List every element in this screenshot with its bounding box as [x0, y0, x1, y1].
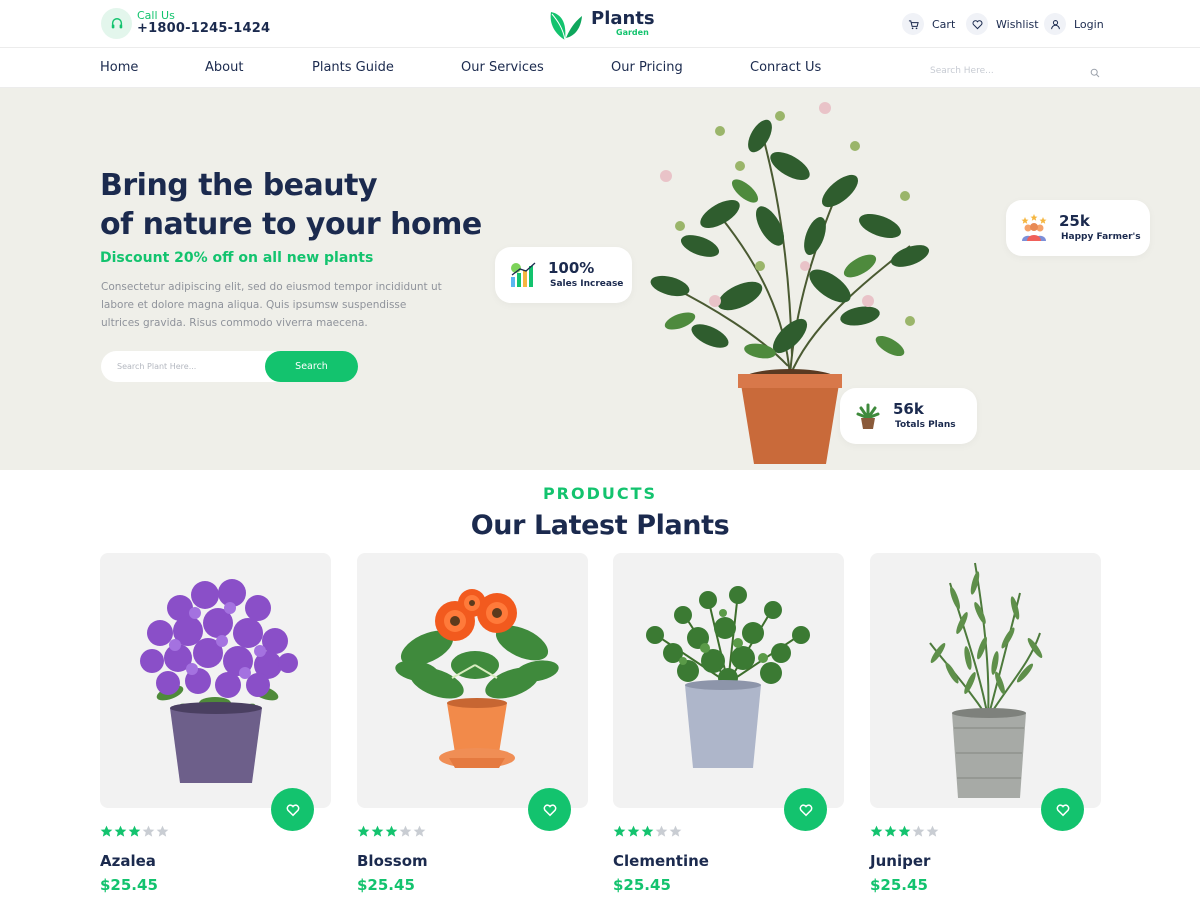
people-stars-icon [1021, 214, 1047, 241]
star-empty-icon [399, 825, 412, 837]
hero-section: Bring the beauty of nature to your home … [0, 88, 1200, 470]
leaf-logo-icon [550, 12, 582, 41]
cart-icon [902, 13, 924, 35]
stat-farmers-label: Happy Farmer's [1061, 232, 1141, 242]
wishlist-button[interactable]: Wishlist [966, 12, 1039, 36]
nav-search-input[interactable] [930, 61, 1080, 81]
hero-search-button[interactable]: Search [265, 351, 358, 382]
star-rating [870, 825, 939, 838]
star-filled-icon [613, 825, 626, 837]
nav-item-our-services[interactable]: Our Services [461, 60, 544, 75]
hero-description: Consectetur adipiscing elit, sed do eius… [101, 281, 442, 329]
nav-search [930, 58, 1102, 82]
product-image[interactable] [357, 553, 588, 808]
stat-plans-value: 56k [893, 400, 924, 418]
hero-title-line-2: of nature to your home [100, 207, 482, 242]
nav-item-home[interactable]: Home [100, 60, 138, 75]
hero-title-line-1: Bring the beauty [100, 168, 378, 203]
favorite-button[interactable] [1041, 788, 1084, 831]
product-name[interactable]: Blossom [357, 852, 428, 870]
wishlist-label: Wishlist [996, 17, 1039, 31]
product-image[interactable] [100, 553, 331, 808]
star-filled-icon [641, 825, 654, 837]
star-filled-icon [898, 825, 911, 837]
product-card[interactable]: Azalea $25.45 [100, 553, 332, 894]
product-price: $25.45 [357, 876, 415, 894]
nav-item-our-pricing[interactable]: Our Pricing [611, 60, 683, 75]
star-empty-icon [142, 825, 155, 837]
star-filled-icon [385, 825, 398, 837]
star-rating [357, 825, 426, 838]
product-price: $25.45 [100, 876, 158, 894]
stat-card-farmers: 25k Happy Farmer's [1006, 200, 1150, 256]
stat-card-plans: 56k Totals Plans [840, 388, 977, 444]
star-filled-icon [357, 825, 370, 837]
favorite-button[interactable] [784, 788, 827, 831]
stat-farmers-value: 25k [1059, 212, 1090, 230]
product-card[interactable]: Clementine $25.45 [613, 553, 845, 894]
plant-search-input[interactable] [117, 359, 257, 374]
star-empty-icon [156, 825, 169, 837]
heart-icon [286, 803, 299, 816]
star-filled-icon [884, 825, 897, 837]
purple-flower-plant-image [140, 579, 298, 783]
nav-item-about[interactable]: About [205, 60, 243, 75]
star-filled-icon [627, 825, 640, 837]
phone-number[interactable]: +1800-1245-1424 [137, 21, 270, 36]
heart-icon [1056, 803, 1069, 816]
star-empty-icon [413, 825, 426, 837]
section-kicker: PRODUCTS [542, 484, 658, 503]
nav-item-contact-us[interactable]: Conract Us [750, 60, 821, 75]
potted-plant-icon [856, 403, 880, 429]
star-empty-icon [655, 825, 668, 837]
stat-sales-label: Sales Increase [550, 279, 624, 289]
headset-icon [101, 8, 132, 39]
star-rating [613, 825, 682, 838]
star-empty-icon [912, 825, 925, 837]
stat-card-sales: 100% Sales Increase [495, 247, 632, 303]
star-rating [100, 825, 169, 838]
star-filled-icon [114, 825, 127, 837]
stat-sales-value: 100% [548, 259, 595, 277]
search-icon[interactable] [1090, 63, 1100, 82]
section-title: Our Latest Plants [470, 510, 730, 541]
product-card[interactable]: Juniper $25.45 [870, 553, 1102, 894]
product-name[interactable]: Azalea [100, 852, 156, 870]
product-card[interactable]: Blossom $25.45 [357, 553, 589, 894]
cart-label: Cart [932, 17, 956, 31]
star-filled-icon [100, 825, 113, 837]
favorite-button[interactable] [271, 788, 314, 831]
star-filled-icon [371, 825, 384, 837]
top-header: Call Us +1800-1245-1424 Plants Garden Ca… [0, 0, 1200, 48]
hero-search-bar: Search [101, 351, 358, 382]
orange-gerbera-plant-image [395, 589, 559, 768]
login-button[interactable]: Login [1044, 12, 1104, 36]
product-price: $25.45 [870, 876, 928, 894]
logo-name: Plants [591, 8, 655, 29]
chart-growth-icon [511, 262, 536, 287]
heart-icon [543, 803, 556, 816]
star-empty-icon [926, 825, 939, 837]
cart-button[interactable]: Cart [902, 12, 955, 36]
product-name[interactable]: Juniper [870, 852, 930, 870]
green-herb-plant-image [646, 586, 810, 768]
favorite-button[interactable] [528, 788, 571, 831]
star-filled-icon [870, 825, 883, 837]
nav-item-plants-guide[interactable]: Plants Guide [312, 60, 394, 75]
login-label: Login [1074, 17, 1104, 31]
heart-icon [966, 13, 988, 35]
product-image[interactable] [613, 553, 844, 808]
star-filled-icon [128, 825, 141, 837]
user-icon [1044, 13, 1066, 35]
star-empty-icon [669, 825, 682, 837]
product-name[interactable]: Clementine [613, 852, 709, 870]
heart-icon [799, 803, 812, 816]
hero-discount: Discount 20% off on all new plants [100, 250, 374, 266]
hero-title: Bring the beauty of nature to your home [100, 166, 500, 244]
rosemary-plant-image [929, 562, 1043, 798]
product-image[interactable] [870, 553, 1101, 808]
logo-subtitle: Garden [616, 28, 649, 37]
stat-plans-label: Totals Plans [895, 420, 956, 430]
product-price: $25.45 [613, 876, 671, 894]
